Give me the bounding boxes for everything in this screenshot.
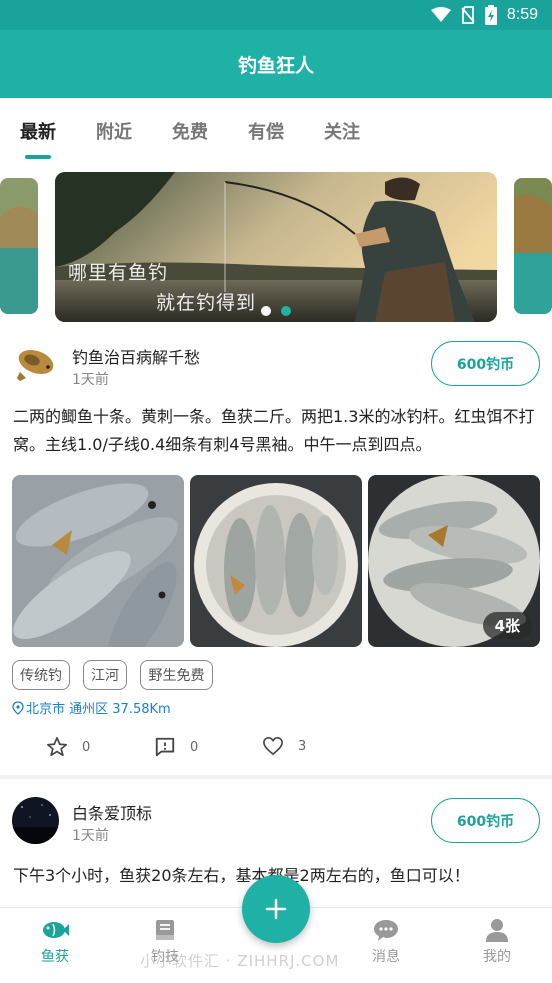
favorite-action[interactable]: 0 (46, 736, 90, 758)
add-post-button[interactable] (242, 875, 310, 943)
tab-indicator (25, 155, 51, 159)
status-icons: 8:59 (430, 5, 538, 25)
comment-count: 0 (190, 739, 199, 755)
coin-button[interactable]: 600钓币 (431, 798, 540, 843)
banner-slide[interactable]: 哪里有鱼钓 就在钓得到 (55, 172, 497, 322)
avatar[interactable] (12, 340, 59, 387)
star-icon (47, 737, 67, 757)
heart-icon (263, 736, 283, 756)
tag[interactable]: 传统钓 (12, 660, 70, 690)
book-icon (156, 920, 174, 940)
post-time: 1天前 (72, 372, 109, 388)
username[interactable]: 钓鱼治百病解千愁 (72, 344, 200, 368)
chat-icon (374, 920, 398, 941)
location-pin-icon (12, 700, 24, 715)
nav-item-catch[interactable]: 鱼获 (25, 918, 85, 966)
tab-latest[interactable]: 最新 (20, 118, 56, 144)
post-photo[interactable] (190, 475, 362, 647)
app-title: 钓鱼狂人 (237, 54, 314, 77)
nav-label: 鱼获 (41, 949, 69, 965)
wifi-icon (430, 7, 451, 22)
person-icon (486, 919, 508, 942)
comment-icon (155, 737, 175, 757)
post-photo[interactable]: 4张 (368, 475, 540, 647)
tab-free[interactable]: 免费 (172, 118, 208, 144)
plus-icon (265, 898, 287, 920)
status-bar: 8:59 (0, 0, 552, 30)
location-text: 北京市 通州区 37.58Km (26, 702, 171, 717)
tab-paid[interactable]: 有偿 (248, 118, 284, 144)
nav-label: 我的 (483, 949, 511, 965)
tag[interactable]: 野生免费 (140, 660, 213, 690)
no-sim-icon (461, 6, 475, 24)
tab-nearby[interactable]: 附近 (96, 118, 132, 144)
photo-count-badge: 4张 (482, 612, 532, 639)
watermark: 小小软件汇 · ZIHHRJ.COM (140, 952, 340, 970)
banner-prev-slide[interactable] (0, 178, 38, 314)
carousel-dot-active (281, 306, 291, 316)
post-photo[interactable] (12, 475, 184, 647)
tab-following[interactable]: 关注 (324, 118, 360, 144)
like-count: 3 (298, 738, 307, 754)
banner-line1: 哪里有鱼钓 (68, 262, 169, 284)
post-time: 1天前 (72, 828, 109, 844)
like-action[interactable]: 3 (262, 736, 306, 756)
category-tabs: 最新 附近 免费 有偿 关注 (0, 98, 552, 160)
post-text: 二两的鲫鱼十条。黄刺一条。鱼获二斤。两把1.3米的冰钓杆。红虫饵不打窝。主线1.… (13, 407, 535, 454)
username[interactable]: 白条爱顶标 (72, 800, 152, 824)
nav-item-messages[interactable]: 消息 (356, 918, 416, 966)
tag[interactable]: 江河 (83, 660, 127, 690)
fish-icon (43, 922, 69, 938)
location[interactable]: 北京市 通州区 37.58Km (12, 698, 171, 717)
status-time: 8:59 (506, 6, 538, 23)
comment-action[interactable]: 0 (154, 736, 198, 758)
avatar[interactable] (12, 797, 59, 844)
nav-label: 消息 (372, 949, 400, 965)
banner-next-slide[interactable] (514, 178, 552, 314)
banner-line2: 就在钓得到 (156, 292, 257, 314)
nav-item-profile[interactable]: 我的 (467, 918, 527, 966)
coin-button[interactable]: 600钓币 (431, 341, 540, 386)
carousel-dot (261, 306, 271, 316)
favorite-count: 0 (82, 739, 91, 755)
battery-charging-icon (484, 5, 497, 25)
app-bar: 钓鱼狂人 (0, 30, 552, 98)
banner-carousel[interactable]: 哪里有鱼钓 就在钓得到 (0, 160, 552, 335)
